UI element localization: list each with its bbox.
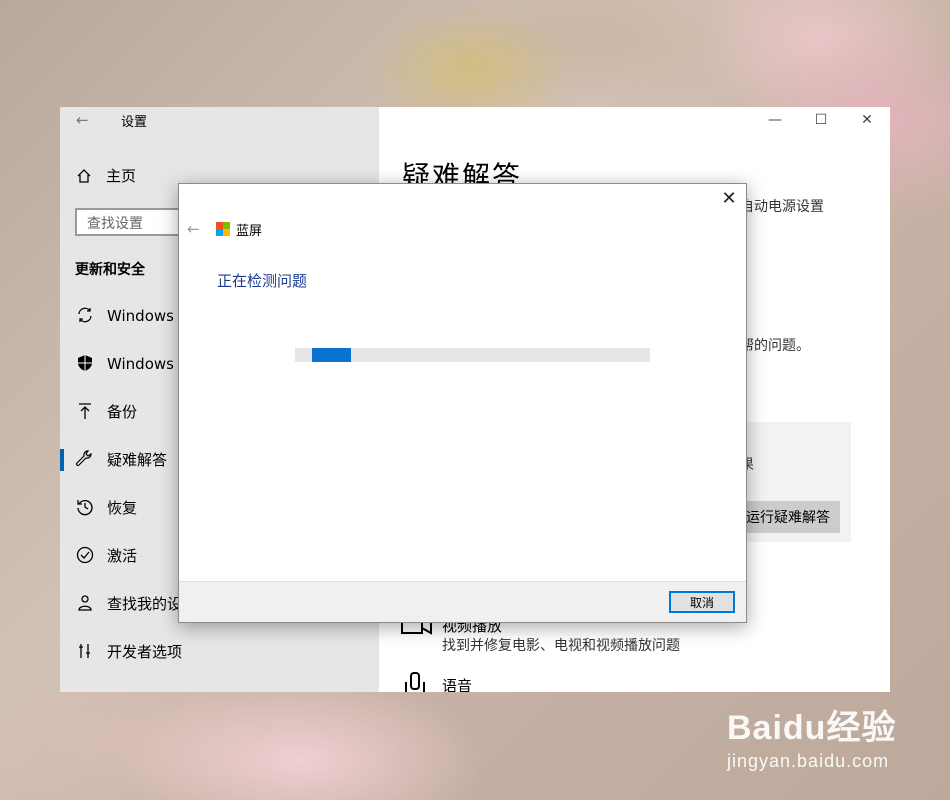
progress-fill — [312, 348, 351, 362]
home-link[interactable]: 主页 — [76, 165, 136, 186]
window-controls: — ☐ ✕ — [752, 107, 890, 133]
sidebar-item-label: 查找我的设 — [107, 594, 183, 613]
sidebar-item-label: 备份 — [107, 402, 138, 421]
run-troubleshooter-button[interactable]: 运行疑难解答 — [740, 501, 840, 533]
troubleshooter-dialog: ✕ ← 蓝屏 正在检测问题 取消 — [178, 183, 747, 623]
tools-icon — [74, 640, 96, 662]
status-heading: 正在检测问题 — [217, 272, 308, 290]
minimize-button[interactable]: — — [752, 107, 798, 133]
description-text: 帮的问题。 — [740, 338, 810, 354]
progress-bar — [295, 348, 650, 362]
microphone-icon — [405, 672, 425, 692]
close-icon[interactable]: ✕ — [718, 188, 740, 210]
search-input[interactable]: 查找设置 — [75, 208, 185, 236]
window-title: 设置 — [121, 115, 148, 130]
sidebar-item-developer[interactable]: 开发者选项 — [60, 631, 379, 671]
history-icon — [74, 496, 96, 518]
sidebar-item-label: 恢复 — [107, 498, 138, 517]
description-text: 自动电源设置 — [740, 199, 824, 215]
cancel-button[interactable]: 取消 — [669, 591, 735, 613]
home-label: 主页 — [106, 167, 137, 185]
shield-icon — [74, 352, 96, 374]
section-title: 更新和安全 — [75, 262, 145, 278]
dialog-footer: 取消 — [179, 581, 746, 622]
person-location-icon — [74, 592, 96, 614]
search-placeholder: 查找设置 — [87, 216, 143, 232]
watermark-url: jingyan.baidu.com — [727, 751, 890, 771]
watermark: Baidu经验 jingyan.baidu.com — [727, 700, 896, 772]
back-arrow-icon[interactable]: ← — [76, 111, 89, 129]
sidebar-item-label: 疑难解答 — [107, 450, 168, 469]
troubleshooter-title[interactable]: 语音 — [442, 675, 472, 692]
maximize-button[interactable]: ☐ — [798, 107, 844, 133]
dialog-title: 蓝屏 — [236, 224, 263, 239]
sidebar-item-label: 激活 — [107, 546, 138, 565]
watermark-logo: Baidu经验 — [727, 709, 897, 747]
check-circle-icon — [74, 544, 96, 566]
back-arrow-icon[interactable]: ← — [187, 220, 200, 238]
upload-arrow-icon — [74, 400, 96, 422]
troubleshooter-description: 找到并修复电影、电视和视频播放问题 — [442, 638, 680, 654]
windows-logo-icon — [216, 222, 230, 236]
sync-icon — [74, 304, 96, 326]
wrench-icon — [74, 448, 96, 470]
sidebar-item-label: 开发者选项 — [107, 642, 183, 661]
close-button[interactable]: ✕ — [844, 107, 890, 133]
home-icon — [77, 168, 91, 183]
